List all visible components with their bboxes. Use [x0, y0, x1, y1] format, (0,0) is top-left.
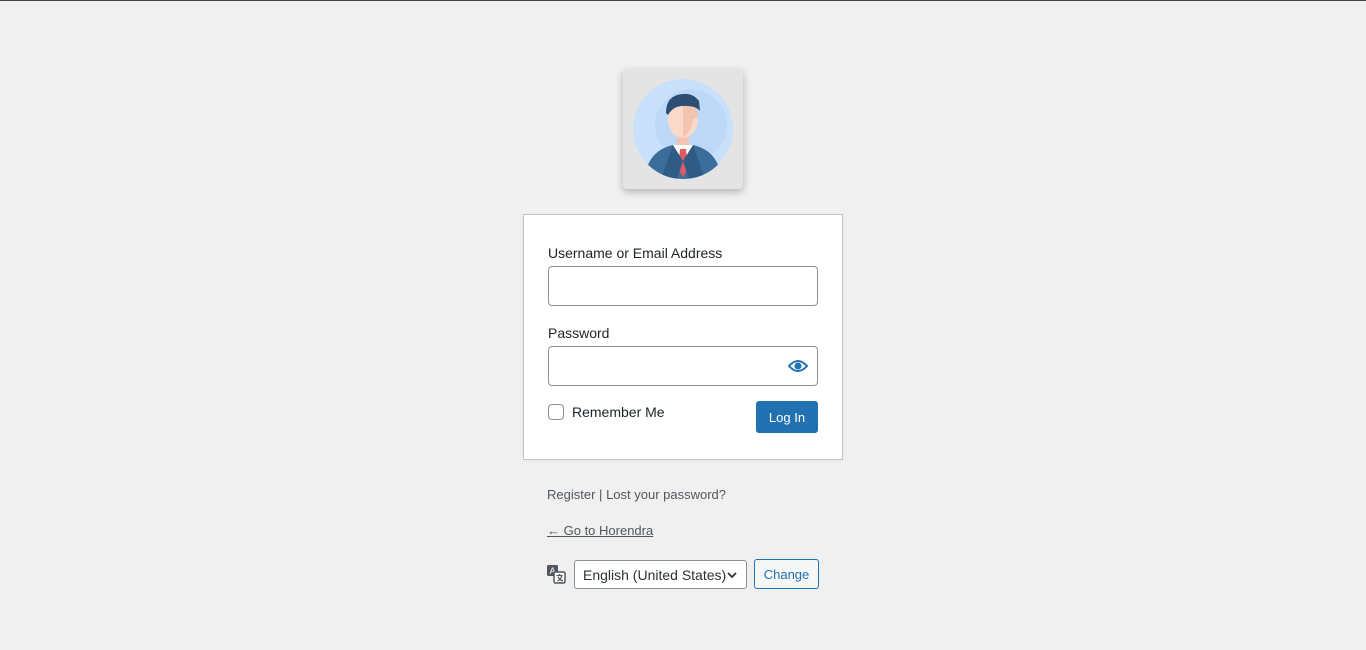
eye-icon	[788, 360, 808, 372]
register-link[interactable]: Register	[547, 487, 595, 502]
language-select[interactable]: English (United States)	[574, 560, 747, 589]
top-border	[0, 0, 1366, 1]
remember-me-label[interactable]: Remember Me	[572, 404, 665, 420]
back-to-site-link[interactable]: ← Go to Horendra	[547, 523, 653, 538]
user-avatar-icon	[633, 79, 733, 179]
username-input[interactable]	[548, 266, 818, 306]
chevron-down-icon	[727, 572, 737, 579]
password-label: Password	[548, 325, 610, 341]
lost-password-link[interactable]: Lost your password?	[606, 487, 726, 502]
site-logo[interactable]	[623, 69, 743, 189]
login-form: Username or Email Address Password Remem…	[523, 214, 843, 460]
nav-separator: |	[599, 487, 603, 502]
login-nav: Register | Lost your password?	[547, 487, 726, 502]
log-in-button[interactable]: Log In	[756, 401, 818, 433]
language-selected: English (United States)	[583, 566, 727, 583]
password-input[interactable]	[548, 346, 818, 386]
remember-me[interactable]: Remember Me	[548, 404, 665, 420]
show-password-button[interactable]	[787, 357, 809, 375]
translation-icon: A	[547, 565, 566, 584]
change-language-button[interactable]: Change	[754, 559, 819, 589]
remember-me-checkbox[interactable]	[548, 404, 564, 420]
username-label: Username or Email Address	[548, 245, 723, 261]
